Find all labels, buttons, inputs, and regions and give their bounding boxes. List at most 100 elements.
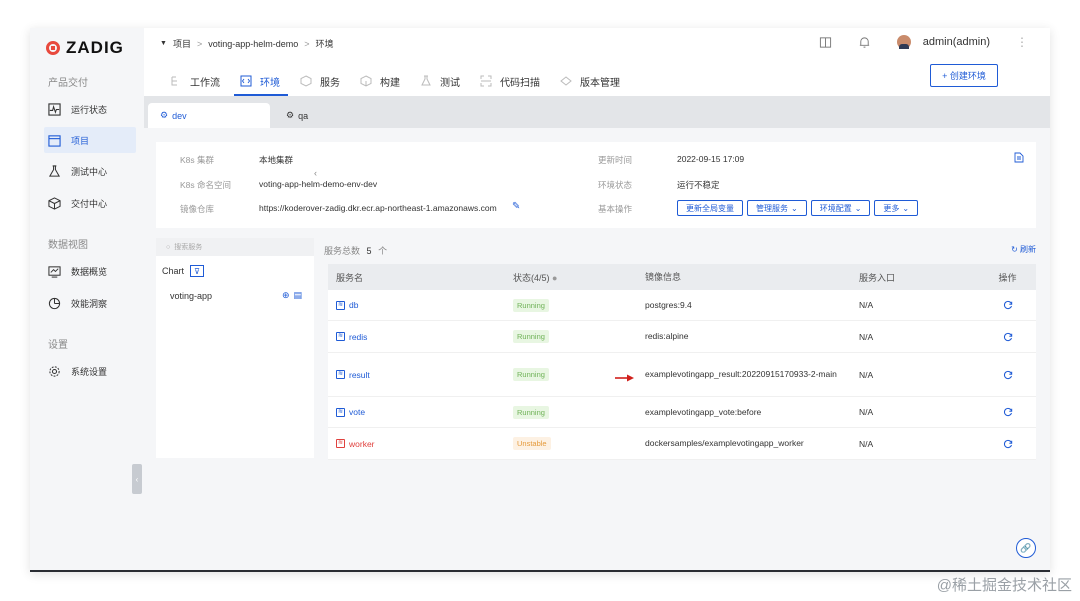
sidebar-collapse-handle[interactable]: ‹ [132,464,142,494]
restart-icon[interactable] [1003,332,1013,342]
service-name-cell[interactable]: ≋ db [328,300,513,310]
user-menu[interactable]: admin(admin) [896,35,990,49]
logo[interactable]: ZADIG [46,38,124,58]
sidebar-item-project[interactable]: 项目 [44,127,136,153]
update-global-vars-button[interactable]: 更新全局变量 [677,200,743,216]
breadcrumb-item[interactable]: 项目 [173,37,191,50]
k8s-cluster-label: K8s 集群 [180,155,215,165]
sidebar-item-efficiency-insight[interactable]: 效能洞察 [44,290,136,316]
window-bottom-edge [30,570,1050,572]
book-icon[interactable] [819,36,832,49]
link-icon[interactable]: 🔗 [1016,538,1036,558]
env-info-card: K8s 集群 本地集群 K8s 命名空间 voting-app-helm-dem… [156,142,1036,228]
chart-item-actions: ⊕ ▤ [282,290,302,301]
service-name[interactable]: redis [349,332,367,342]
project-icon [48,134,61,147]
action-cell [979,370,1036,380]
edit-icon[interactable]: ✎ [512,201,520,212]
status-badge: Running [513,298,549,312]
more-button[interactable]: 更多 ⌄ [874,200,919,216]
more-vertical-icon[interactable]: ⋮ [1016,35,1028,49]
tab-label: 测试 [440,77,460,89]
sidebar-item-test-center[interactable]: 测试中心 [44,158,136,184]
sidebar-item-label: 数据概览 [71,266,108,277]
env-tab-dev[interactable]: ⚙ dev [148,103,270,128]
restart-icon[interactable] [1003,300,1013,310]
content: K8s 集群 本地集群 K8s 命名空间 voting-app-helm-dem… [144,128,1050,572]
sidebar-item-delivery-center[interactable]: 交付中心 [44,190,136,216]
document-icon[interactable]: ▤ [293,290,302,301]
tab-test[interactable]: 测试 [414,66,474,96]
image-cell: dockersamples/examplevotingapp_worker [645,438,804,448]
document-icon[interactable] [1014,150,1024,163]
sidebar-item-label: 效能洞察 [71,298,108,309]
tab-build[interactable]: 构建 [354,66,414,96]
breadcrumb-item[interactable]: voting-app-helm-demo [208,39,298,49]
breadcrumb-toggle-icon[interactable]: ▼ [160,40,167,47]
tab-environment[interactable]: 环境 [234,66,294,96]
service-icon [300,75,312,87]
workflow-icon [170,75,182,87]
chart-panel: ○ 搜索服务 Chart ⊽ voting-app ⊕ ▤ [156,238,314,458]
upgrade-icon[interactable]: ⊕ [282,290,290,301]
service-total-value: 5 [366,246,372,256]
service-name[interactable]: db [349,300,358,310]
chart-item-voting-app[interactable]: voting-app [170,291,212,301]
service-name[interactable]: result [349,370,370,380]
tab-code-scan[interactable]: 代码扫描 [474,66,554,96]
service-icon: ≋ [336,439,345,448]
sidebar-section-data: 数据视图 [48,240,88,251]
action-cell [979,439,1036,449]
restart-icon[interactable] [1003,370,1013,380]
basic-ops-label: 基本操作 [598,204,633,214]
filter-icon[interactable]: ⊽ [190,265,205,277]
column-header: 状态(4/5) ● [513,271,645,284]
manage-services-button[interactable]: 管理服务 ⌄ [747,200,807,216]
service-name-cell[interactable]: ≋ result [328,370,513,380]
service-name-cell[interactable]: ≋ vote [328,407,513,417]
status-badge: Unstable [513,437,551,450]
help-icon[interactable]: ● [552,273,557,283]
refresh-button[interactable]: ↻ 刷新 [1011,244,1036,255]
column-header: 操作 [998,272,1017,283]
topbar-actions: admin(admin) ⋮ [819,35,1028,49]
refresh-label: 刷新 [1020,245,1036,254]
button-label: 环境配置 [819,203,852,213]
service-name[interactable]: vote [349,407,365,417]
tab-service[interactable]: 服务 [294,66,354,96]
env-tabs: ⚙ dev ⚙ qa [144,96,1050,128]
service-name-cell[interactable]: ≋ redis [328,332,513,342]
sidebar-item-runtime-status[interactable]: 运行状态 [44,96,136,122]
tab-version[interactable]: 版本管理 [554,66,634,96]
cluster-icon: ⚙ [160,110,169,120]
table-row: ≋ worker Unstable dockersamples/examplevo… [328,428,1036,460]
create-env-button[interactable]: + 创建环境 [930,64,998,87]
tab-label: 服务 [320,77,340,89]
search-placeholder: 搜索服务 [174,244,203,251]
sidebar-item-data-overview[interactable]: 数据概览 [44,258,136,284]
restart-icon[interactable] [1003,407,1013,417]
k8s-cluster-value: 本地集群 [259,155,294,165]
table-row: ≋ redis Running redis:alpine N/A [328,321,1036,353]
bell-icon[interactable] [858,36,871,49]
service-name-cell[interactable]: ≋ worker [328,439,513,449]
action-cell [979,407,1036,417]
env-status-value: 运行不稳定 [677,180,720,190]
env-tab-qa[interactable]: ⚙ qa [274,103,354,128]
collapse-panel-icon[interactable]: ‹ [314,168,317,178]
search-input[interactable]: ○ 搜索服务 [156,238,314,256]
image-cell: examplevotingapp_result:20220915170933-2… [615,368,859,382]
service-icon: ≋ [336,332,345,341]
sidebar-item-system-settings[interactable]: 系统设置 [44,358,136,384]
restart-icon[interactable] [1003,439,1013,449]
image-cell: redis:alpine [645,331,689,341]
table-row: ≋ db Running postgres:9.4 N/A [328,290,1036,321]
avatar [896,35,911,49]
pie-icon [48,297,61,310]
update-time-value: 2022-09-15 17:09 [677,154,745,164]
sidebar-item-label: 测试中心 [71,166,108,177]
tab-workflow[interactable]: 工作流 [164,66,234,96]
user-name: admin(admin) [922,36,990,48]
service-name[interactable]: worker [349,439,375,449]
env-config-button[interactable]: 环境配置 ⌄ [810,200,871,216]
